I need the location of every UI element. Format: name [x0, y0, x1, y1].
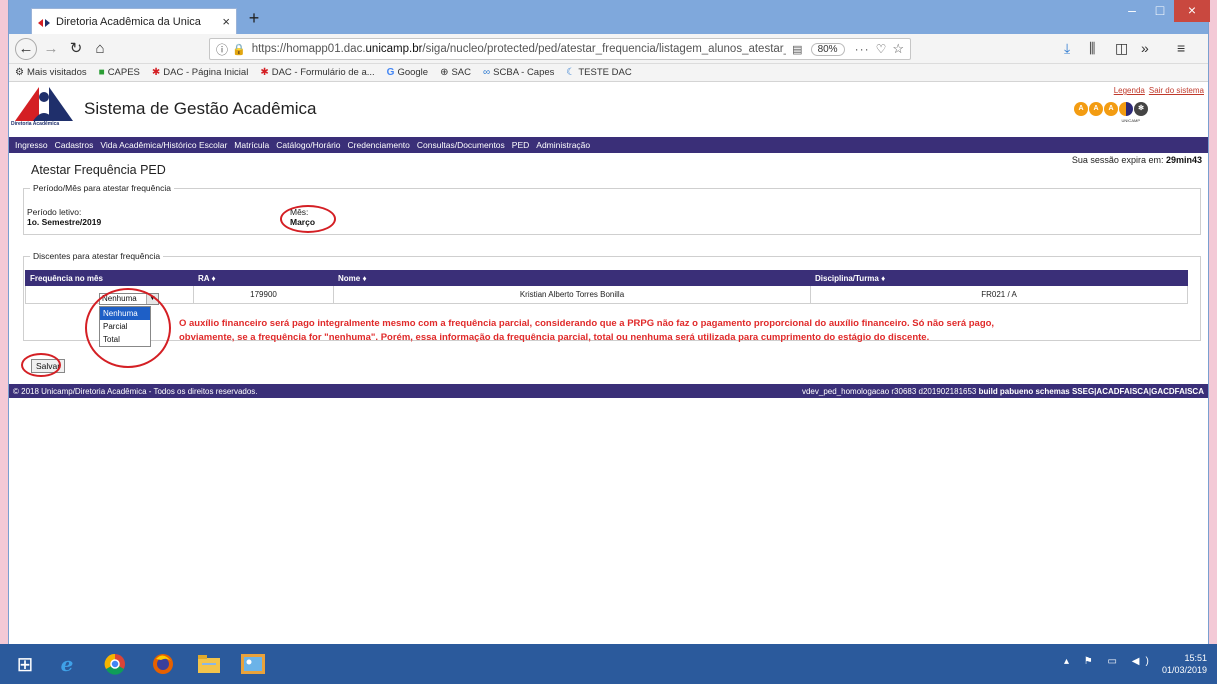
back-arrow-icon[interactable]: ←: [15, 38, 37, 60]
scba-icon: ∞: [483, 67, 491, 78]
footer-build-info: vdev_ped_homologacao r30683 d20190218165…: [801, 386, 1204, 396]
periodo-fieldset: Período/Mês para atestar frequência: [23, 183, 1201, 235]
overflow-chevron-icon[interactable]: »: [1141, 40, 1149, 56]
forward-arrow-icon[interactable]: →: [40, 39, 62, 59]
globe-icon: ⊕: [440, 67, 449, 78]
col-header-disciplina[interactable]: Disciplina/Turma ♦: [810, 270, 1188, 286]
menu-credenciamento[interactable]: Credenciamento: [348, 140, 410, 150]
annotation-circle-save: [21, 353, 61, 377]
discentes-legend: Discentes para atestar frequência: [33, 251, 161, 261]
lock-icon: 🔒: [232, 43, 246, 56]
sidebar-icon[interactable]: ◫: [1115, 40, 1128, 57]
clock[interactable]: 15:51 01/03/2019: [1162, 652, 1207, 676]
periodo-legend: Período/Mês para atestar frequência: [33, 183, 171, 193]
app-title: Sistema de Gestão Acadêmica: [84, 99, 317, 118]
reload-icon[interactable]: ↻: [65, 39, 87, 59]
bookmark-star-icon[interactable]: ☆: [892, 41, 904, 57]
page-footer: © 2018 Unicamp/Diretoria Acadêmica - Tod…: [9, 384, 1208, 398]
bookmark-capes[interactable]: ■ CAPES: [99, 67, 140, 78]
bookmark-mais-visitados[interactable]: ⚙ Mais visitados: [15, 67, 87, 78]
footer-copyright: © 2018 Unicamp/Diretoria Acadêmica - Tod…: [13, 386, 258, 396]
menu-ingresso[interactable]: Ingresso: [15, 140, 48, 150]
menu-ped[interactable]: PED: [512, 140, 529, 150]
firefox-icon[interactable]: [146, 650, 180, 678]
dac-logo: [13, 83, 75, 123]
url-text[interactable]: https://homapp01.dac.unicamp.br/siga/nuc…: [252, 43, 786, 55]
unicamp-logo-text: UNICAMP: [1121, 118, 1140, 123]
hamburger-menu-icon[interactable]: ≡: [1177, 40, 1185, 56]
col-header-frequencia[interactable]: Frequência no mês: [25, 270, 194, 286]
col-header-ra[interactable]: RA ♦: [193, 270, 334, 286]
internet-explorer-icon[interactable]: e: [50, 650, 84, 678]
sga-header: Diretoria Acadêmica Sistema de Gestão Ac…: [9, 83, 1208, 135]
periodo-label: Período letivo:: [27, 207, 82, 217]
teste-icon: ☾: [566, 67, 576, 78]
dac-icon: ✱: [151, 67, 161, 78]
zoom-level[interactable]: 80%: [810, 42, 845, 56]
new-tab-button[interactable]: +: [243, 8, 265, 30]
file-explorer-icon[interactable]: [192, 650, 226, 678]
maximize-button[interactable]: □: [1145, 0, 1175, 22]
menu-consultas[interactable]: Consultas/Documentos: [417, 140, 505, 150]
dac-favicon-icon: [38, 18, 50, 27]
menu-administracao[interactable]: Administração: [536, 140, 590, 150]
tab-title: Diretoria Acadêmica da Unica: [56, 15, 201, 28]
header-links: Legenda Sair do sistema: [1110, 86, 1204, 95]
image-viewer-icon[interactable]: [236, 650, 270, 678]
unicamp-logo: A A A ✻: [1074, 102, 1148, 116]
close-window-button[interactable]: ×: [1174, 0, 1210, 22]
bookmark-teste-dac[interactable]: ☾ TESTE DAC: [566, 67, 631, 78]
menu-matricula[interactable]: Matrícula: [234, 140, 269, 150]
download-icon[interactable]: ⤓: [1064, 40, 1070, 57]
payment-warning: O auxílio financeiro será pago integralm…: [179, 318, 995, 343]
navigation-bar: ← → ↻ ⌂ ⓘ 🔒 https://homapp01.dac.unicamp…: [9, 34, 1208, 64]
system-tray-icons[interactable]: ▴ ⚑ ▭ ◀): [1064, 656, 1155, 667]
bookmark-dac-inicial[interactable]: ✱ DAC - Página Inicial: [152, 67, 248, 78]
logout-link[interactable]: Sair do sistema: [1149, 86, 1204, 95]
bookmark-scba[interactable]: ∞ SCBA - Capes: [483, 67, 554, 78]
nome-cell: Kristian Alberto Torres Bonilla: [333, 285, 811, 304]
col-header-nome[interactable]: Nome ♦: [333, 270, 811, 286]
url-bar[interactable]: ⓘ 🔒 https://homapp01.dac.unicamp.br/siga…: [209, 38, 911, 60]
home-icon[interactable]: ⌂: [89, 39, 111, 59]
minimize-button[interactable]: –: [1117, 0, 1147, 22]
menu-catalogo[interactable]: Catálogo/Horário: [276, 140, 340, 150]
page-content: Diretoria Acadêmica Sistema de Gestão Ac…: [9, 83, 1208, 644]
bookmarks-bar: ⚙ Mais visitados ■ CAPES ✱ DAC - Página Ini…: [9, 64, 1208, 82]
pocket-icon[interactable]: ♡: [876, 42, 887, 56]
main-menu: Ingresso Cadastros Vida Acadêmica/Histór…: [9, 137, 1208, 153]
annotation-circle-mes: [280, 205, 336, 233]
page-title: Atestar Frequência PED: [31, 163, 166, 177]
annotation-circle-select: [85, 288, 171, 368]
more-actions-icon[interactable]: ···: [855, 42, 870, 56]
bookmark-google[interactable]: G Google: [387, 67, 428, 78]
gear-icon: ⚙: [15, 67, 24, 78]
reader-view-icon[interactable]: ▤: [792, 43, 802, 56]
google-icon: G: [386, 67, 395, 78]
table-row: 179900 Kristian Alberto Torres Bonilla F…: [25, 285, 1188, 304]
session-timer: Sua sessão expira em: 29min43: [1071, 155, 1202, 165]
info-icon[interactable]: ⓘ: [216, 41, 228, 58]
disciplina-cell: FR021 / A: [810, 285, 1188, 304]
ra-cell: 179900: [193, 285, 334, 304]
title-bar: Diretoria Acadêmica da Unica × + – □ ×: [9, 0, 1210, 34]
students-table: Frequência no mês RA ♦ Nome ♦ Disciplina…: [25, 270, 1188, 304]
capes-icon: ■: [98, 67, 105, 78]
chrome-icon[interactable]: [98, 650, 132, 678]
logo-subtitle: Diretoria Acadêmica: [11, 121, 60, 127]
windows-start-icon[interactable]: ⊞: [8, 650, 42, 678]
library-icon[interactable]: ⫼: [1089, 40, 1095, 57]
browser-window: Diretoria Acadêmica da Unica × + – □ × ←…: [8, 0, 1210, 644]
periodo-value: 1o. Semestre/2019: [27, 217, 102, 227]
menu-vida-academica[interactable]: Vida Acadêmica/Histórico Escolar: [100, 140, 227, 150]
windows-taskbar: ⊞ e ▴ ⚑ ▭ ◀) 15:51 01/03/2019: [0, 644, 1217, 684]
tab-close-icon[interactable]: ×: [222, 14, 230, 29]
bookmark-sac[interactable]: ⊕ SAC: [440, 67, 471, 78]
menu-cadastros[interactable]: Cadastros: [55, 140, 94, 150]
dac-icon: ✱: [260, 67, 269, 78]
bookmark-dac-formulario[interactable]: ✱ DAC - Formulário de a...: [260, 67, 374, 78]
browser-tab[interactable]: Diretoria Acadêmica da Unica ×: [31, 8, 237, 34]
legenda-link[interactable]: Legenda: [1114, 86, 1145, 95]
